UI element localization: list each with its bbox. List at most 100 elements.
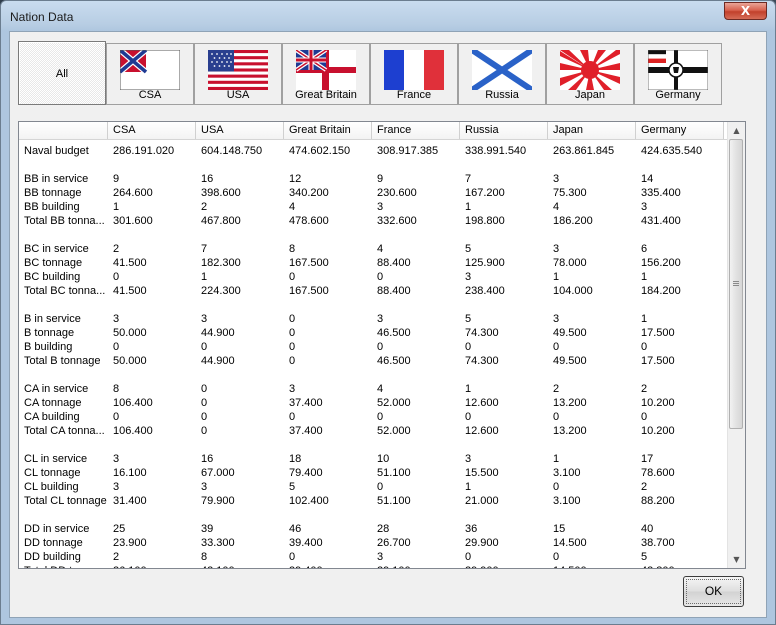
table-cell: 0 [553,551,560,563]
table-cell: 0 [201,397,208,409]
column-header-japan[interactable]: Japan [548,122,636,139]
table-cell: 474.602.150 [289,145,351,157]
table-cell: 46 [289,523,302,535]
table-cell: 39 [201,523,214,535]
table-row[interactable]: Naval budget 286.191.020 604.148.750 474.60… [19,144,728,158]
table-row[interactable]: BB tonnage 264.600 398.600 340.200 230.600 16… [19,186,728,200]
vertical-scrollbar[interactable]: ▲ ▼ [727,122,745,568]
tab-russia[interactable]: Russia [458,43,546,105]
table-cell: 1 [641,271,648,283]
table-cell: 104.000 [553,285,593,297]
table-cell: 10.200 [641,397,675,409]
table-row[interactable] [19,298,728,312]
table-row[interactable]: CL in service 3 16 18 10 3 1 17 [19,452,728,466]
table-cell: 301.600 [113,215,153,227]
ok-button[interactable]: OK [683,576,744,607]
table-cell: 1 [113,201,120,213]
tab-japan[interactable]: Japan [546,43,634,105]
table-cell: 224.300 [201,285,241,297]
table-row[interactable]: B building 0 0 0 0 0 0 0 [19,340,728,354]
table-cell: 0 [465,341,472,353]
table-row[interactable]: BC building 0 1 0 0 3 1 1 [19,270,728,284]
france-flag-icon [384,50,444,90]
table-row[interactable]: Total B tonnage 50.000 44.900 0 46.500 74.300… [19,354,728,368]
column-header-usa[interactable]: USA [196,122,284,139]
table-cell: 2 [201,201,208,213]
column-header-germany[interactable]: Germany [636,122,724,139]
title-bar[interactable]: Nation Data X [1,1,775,31]
table-row[interactable]: BC in service 2 7 8 4 5 3 6 [19,242,728,256]
tab-label: All [55,68,69,80]
table-row[interactable]: B in service 3 3 0 3 5 3 1 [19,312,728,326]
column-header-russia[interactable]: Russia [460,122,548,139]
table-cell: 230.600 [377,187,417,199]
table-cell: 3 [553,313,560,325]
table-row[interactable] [19,368,728,382]
scrollbar-thumb[interactable] [729,139,743,429]
table-row[interactable]: CL building 3 3 5 0 1 0 2 [19,480,728,494]
table-row[interactable]: CA building 0 0 0 0 0 0 0 [19,410,728,424]
table-cell: 4 [377,383,384,395]
table-cell: 338.991.540 [465,145,527,157]
table-row[interactable]: CA tonnage 106.400 0 37.400 52.000 12.600 13.2… [19,396,728,410]
tab-great-britain[interactable]: Great Britain [282,43,370,105]
table-row[interactable] [19,508,728,522]
table-cell: 88.200 [641,495,675,507]
row-label: CA tonnage [24,397,82,409]
table-cell: 0 [377,411,384,423]
scroll-down-icon[interactable]: ▼ [728,551,745,568]
table-cell: 44.900 [201,327,235,339]
table-cell: 49.500 [553,355,587,367]
table-row[interactable] [19,228,728,242]
table-row[interactable]: CL tonnage 16.100 67.000 79.400 51.100 15.500… [19,466,728,480]
table-row[interactable]: B tonnage 50.000 44.900 0 46.500 74.300 49.500… [19,326,728,340]
scroll-up-icon[interactable]: ▲ [728,122,745,139]
table-row[interactable]: DD in service 25 39 46 28 36 15 40 [19,522,728,536]
row-label: B building [24,341,73,353]
table-row[interactable]: Total CA tonna... 106.400 0 37.400 52.000 12.… [19,424,728,438]
table-cell: 0 [289,341,296,353]
table-cell: 3 [377,551,384,563]
table-row[interactable]: DD building 2 8 0 3 0 0 5 [19,550,728,564]
table-row[interactable]: BB building 1 2 4 3 1 4 3 [19,200,728,214]
table-cell: 3 [465,453,472,465]
column-header-csa[interactable]: CSA [108,122,196,139]
row-label: Total BB tonna... [24,215,105,227]
table-cell: 398.600 [201,187,241,199]
tab-france[interactable]: France [370,43,458,105]
table-row[interactable]: Total DD tonna...26.10042.10039.40029.10… [19,564,728,568]
table-cell: 156.200 [641,257,681,269]
column-header-great-britain[interactable]: Great Britain [284,122,372,139]
table-row[interactable] [19,158,728,172]
tab-label: Japan [575,89,605,101]
tab-usa[interactable]: USA [194,43,282,105]
table-row[interactable]: Total BB tonna... 301.600 467.800 478.600 33… [19,214,728,228]
table-row[interactable]: Total BC tonna... 41.500 224.300 167.500 88.… [19,284,728,298]
table-cell: 31.400 [113,495,147,507]
table-row[interactable] [19,438,728,452]
column-header-france[interactable]: France [372,122,460,139]
table-cell: 9 [113,173,120,185]
table-cell: 0 [289,355,296,367]
table-cell: 79.400 [289,467,323,479]
table-cell: 5 [289,481,296,493]
table-row[interactable]: DD tonnage 23.900 33.300 39.400 26.700 29.900… [19,536,728,550]
table-cell: 25 [113,523,126,535]
table-cell: 5 [465,313,472,325]
close-button[interactable]: X [724,2,767,20]
tab-csa[interactable]: CSA [106,43,194,105]
table-row[interactable]: BB in service 9 16 12 9 7 3 14 [19,172,728,186]
table-row[interactable]: BC tonnage 41.500 182.300 167.500 88.400 125.… [19,256,728,270]
table-cell: 0 [113,271,120,283]
table-cell: 14 [641,173,654,185]
table-cell: 29.100 [372,564,460,568]
tab-germany[interactable]: Germany [634,43,722,105]
tab-all[interactable]: All [18,41,106,105]
table-row[interactable]: CA in service 8 0 3 4 1 2 2 [19,382,728,396]
table-row[interactable]: Total CL tonnage 31.400 79.900 102.400 51.10… [19,494,728,508]
column-header-label[interactable] [19,122,108,139]
table-cell: 238.400 [465,285,505,297]
window-title: Nation Data [10,10,74,24]
table-cell: 39.400 [289,537,323,549]
nation-data-table[interactable]: CSA USA Great Britain France Russia Japa… [18,121,746,569]
